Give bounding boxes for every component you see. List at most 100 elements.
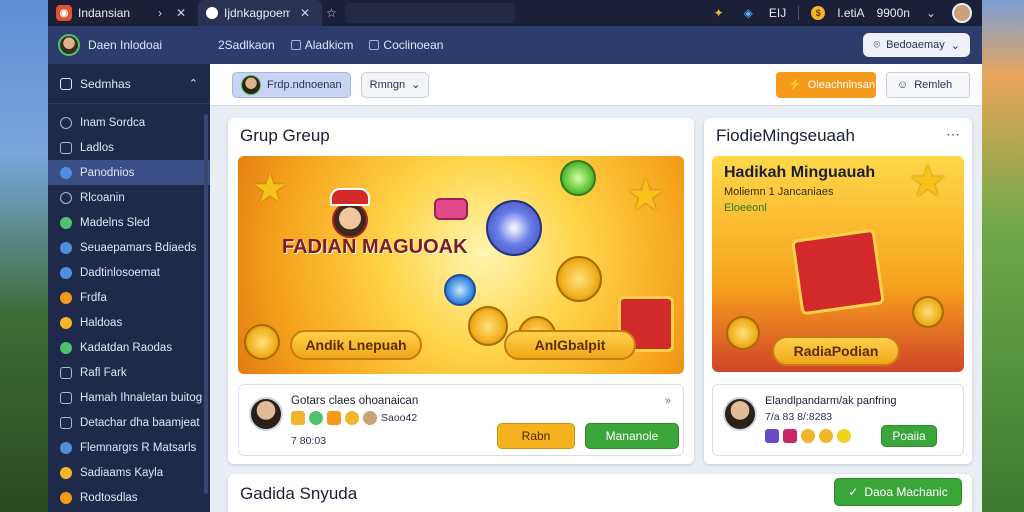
address-bar[interactable] <box>344 3 515 23</box>
sort-select[interactable]: Rmngn ⌄ <box>360 71 430 98</box>
user-name: Daen Inlodoai <box>88 38 163 52</box>
pin-icon[interactable]: ☆ <box>322 6 341 20</box>
gift-box <box>791 228 885 316</box>
nav-link-2[interactable]: Aladkicm <box>283 38 362 52</box>
star-icon: ★ <box>626 171 666 220</box>
coin-icon <box>556 256 602 302</box>
chevron-down-icon[interactable]: ⌄ <box>922 6 940 20</box>
profile-avatar[interactable] <box>952 3 972 23</box>
promo-banner[interactable]: Hadikah Minguauah Moliemn 1 Jancaniaes E… <box>712 156 964 372</box>
promo-card: FiodieMingseuaah ⋯ Hadikah Minguauah Mol… <box>704 118 972 464</box>
group-icon <box>60 241 72 254</box>
grid-icon <box>369 40 380 50</box>
secondary-button[interactable]: Rabn <box>497 423 575 449</box>
sidebar-item[interactable]: Madelns Sled <box>48 210 210 235</box>
sidebar-item-label: Madelns Sled <box>80 216 150 229</box>
primary-action-button[interactable]: ⚡ Oleachnlnsan <box>776 71 876 98</box>
coin-icon <box>837 429 851 443</box>
sidebar-item[interactable]: Sadiaams Kayla <box>48 460 210 485</box>
tab-active[interactable]: Ijdnkagpoemau ✕ <box>198 0 322 26</box>
chevron-up-icon: ⌃ <box>188 78 198 90</box>
more-icon[interactable]: ⋯ <box>946 126 960 143</box>
sidebar-item-active[interactable]: Panodnios <box>48 160 210 185</box>
users-icon <box>290 40 301 50</box>
nav-link-2-label: Aladkicm <box>304 38 354 52</box>
gem-icon <box>560 160 596 196</box>
close-tab-icon[interactable]: ✕ <box>172 6 190 20</box>
background-scenery-left <box>0 0 48 512</box>
bottom-action-button[interactable]: ✓ Daoa Machanic <box>834 478 962 506</box>
banner-pill-1[interactable]: Andik Lnepuah <box>290 330 422 360</box>
sidebar-item[interactable]: Rlcoanin <box>48 185 210 210</box>
sidebar-item-label: Panodnios <box>80 166 135 179</box>
avatar <box>241 74 261 95</box>
coin-icon <box>726 316 760 350</box>
sidebar-header-label: Sedmhas <box>80 76 131 91</box>
promo-banner[interactable]: ★ ★ FADIAN MAGUOAK Andik Lnepuah AnlGbal… <box>238 156 684 374</box>
sidebar-item-label: Dadtinlosoemat <box>80 266 160 279</box>
sidebar-item[interactable]: Rafl Fark <box>48 360 210 385</box>
divider <box>798 6 800 20</box>
badge-icon <box>765 429 779 443</box>
user-chip-label: Frdp.ndnoenan <box>267 78 342 91</box>
sidebar-item[interactable]: Haldoas <box>48 310 210 335</box>
badge-row: Saoo42 <box>291 411 417 425</box>
topbar-label: EIJ <box>768 6 787 20</box>
badge-text: Saoo42 <box>381 412 418 424</box>
badge-icon <box>309 411 323 425</box>
gift-icon <box>60 491 72 504</box>
sidebar-item[interactable]: Inam Sordca <box>48 110 210 135</box>
users-icon <box>60 216 72 229</box>
fire-icon <box>60 291 72 304</box>
coin-icon <box>912 296 944 328</box>
banner-pill-2[interactable]: AnlGbalpit <box>504 330 636 360</box>
badge-row <box>765 429 851 443</box>
secondary-action-button[interactable]: ☺ Remleh <box>886 71 970 98</box>
chevron-down-icon: ⌄ <box>411 79 421 91</box>
forward-icon[interactable]: › <box>154 6 166 20</box>
member-number: 7 80:03 <box>291 435 327 447</box>
sidebar-scrollbar[interactable] <box>204 114 208 494</box>
spark-icon[interactable]: ✦ <box>710 6 728 20</box>
bottom-action-label: Daoa Machanic <box>864 485 948 499</box>
sidebar-item[interactable]: Ladlos <box>48 135 210 160</box>
header-dropdown[interactable]: ⌾ Bedoaemay ⌄ <box>863 33 970 57</box>
member-name: Gotars claes ohoanaican <box>291 395 419 407</box>
sidebar-item[interactable]: Kadatdan Raodas <box>48 335 210 360</box>
sidebar-item[interactable]: Frdfa <box>48 285 210 310</box>
user-profile[interactable]: Daen Inlodoai <box>48 34 210 56</box>
tab-app[interactable]: ◉ Indansian › ✕ <box>48 0 198 26</box>
user-chip[interactable]: Frdp.ndnoenan <box>232 71 351 98</box>
sidebar-item[interactable]: Flemnargrs R Matsarls <box>48 435 210 460</box>
content-toolbar: Frdp.ndnoenan Rmngn ⌄ ⚡ Oleachnlnsan ☺ R… <box>210 64 982 106</box>
sidebar-item-label: Ladlos <box>80 141 114 154</box>
banner-pill[interactable]: RadiaPodian <box>772 336 900 366</box>
globe-icon <box>60 166 72 179</box>
sidebar-header[interactable]: Sedmhas ⌃ <box>48 64 210 104</box>
header-dropdown-label: Bedoaemay <box>886 39 945 51</box>
banner-heading: Hadikah Minguauah <box>724 164 876 181</box>
shield-icon[interactable]: ◈ <box>740 6 757 20</box>
expand-icon[interactable]: » <box>665 395 671 407</box>
sidebar-item[interactable]: Hamah Ihnaletan buitog <box>48 385 210 410</box>
primary-button[interactable]: Mananole <box>585 423 679 449</box>
sidebar-item[interactable]: Dadtinlosoemat <box>48 260 210 285</box>
background-scenery-right <box>982 0 1024 512</box>
sidebar-item-label: Haldoas <box>80 316 123 329</box>
primary-button[interactable]: Poaiia <box>881 425 937 447</box>
sidebar-item-label: Rafl Fark <box>80 366 127 379</box>
sidebar-item-label: Seuaepamars Bdiaeds <box>80 241 197 254</box>
close-active-tab-icon[interactable]: ✕ <box>296 6 314 20</box>
check-icon: ✓ <box>848 485 859 499</box>
nav-link-1[interactable]: 2Sadlkaon <box>210 38 283 52</box>
sidebar-item[interactable]: Rodtosdlas <box>48 485 210 510</box>
coin-icon <box>468 306 508 346</box>
chart-icon <box>60 366 72 379</box>
tab-page-icon <box>206 7 218 19</box>
sidebar-item[interactable]: Detachar dha baamjeat <box>48 410 210 435</box>
card-title: Grup Greup <box>240 126 330 145</box>
nav-link-3[interactable]: Coclinoean <box>361 38 451 52</box>
coin-icon <box>801 429 815 443</box>
sidebar-item[interactable]: Seuaepamars Bdiaeds <box>48 235 210 260</box>
sidebar-item-label: Rlcoanin <box>80 191 125 204</box>
